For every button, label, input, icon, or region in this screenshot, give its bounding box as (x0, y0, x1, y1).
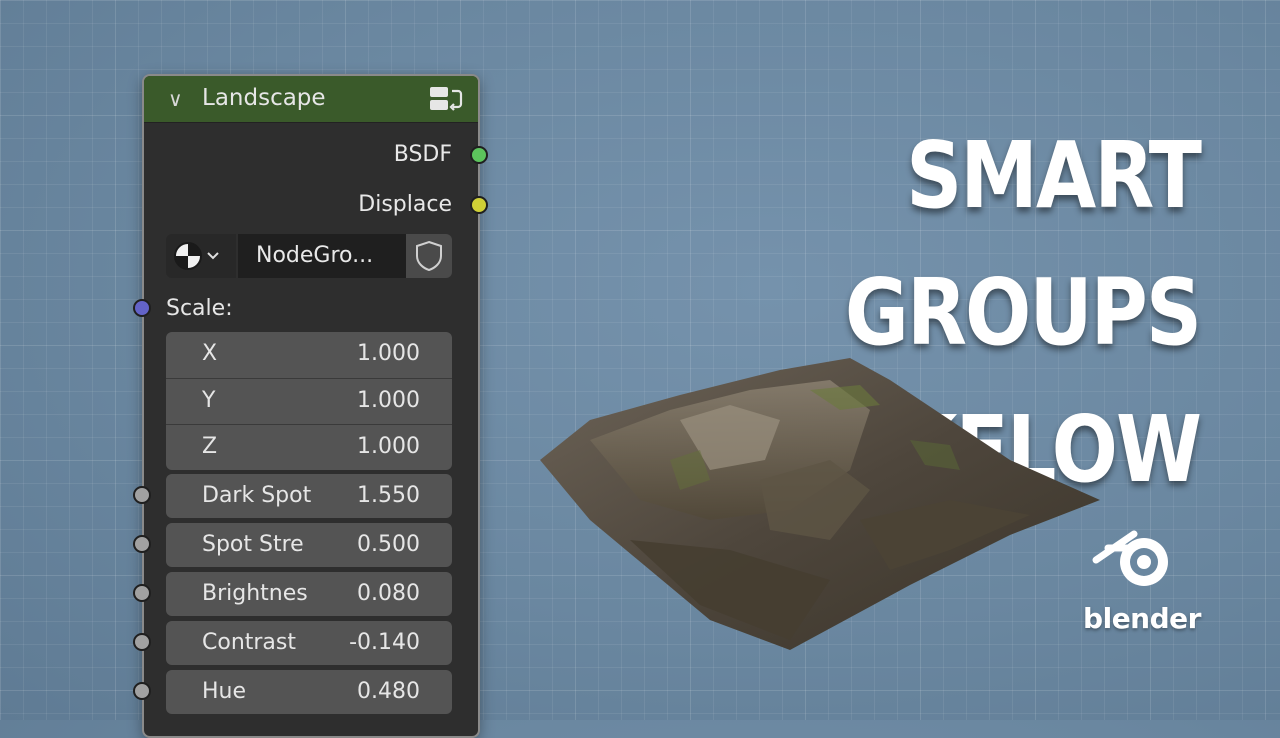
scale-x-field[interactable]: X 1.000 (166, 332, 452, 377)
terrain-render-image (540, 358, 1100, 650)
field-label: Spot Stre (202, 532, 304, 557)
field-label: Contrast (202, 630, 297, 655)
blender-wordmark: blender (1083, 602, 1201, 635)
fake-user-shield-button[interactable] (406, 234, 452, 278)
shield-icon (416, 240, 442, 272)
field-label: Z (202, 434, 218, 459)
field-label: Brightnes (202, 581, 308, 606)
output-label: Displace (358, 192, 452, 217)
dark-spot-field[interactable]: Dark Spot 1.550 (166, 474, 452, 518)
node-header[interactable]: ∨ Landscape (144, 76, 478, 123)
scale-z-field[interactable]: Z 1.000 (166, 424, 452, 470)
input-socket-brightness[interactable] (133, 584, 151, 602)
node-title: Landscape (202, 85, 326, 111)
field-label: Hue (202, 679, 247, 704)
field-value: 1.000 (357, 388, 420, 413)
field-value: -0.140 (349, 630, 420, 655)
field-label: Y (202, 388, 216, 413)
blender-logo-icon (1092, 530, 1168, 586)
field-value: 1.550 (357, 483, 420, 508)
field-label: X (202, 341, 218, 366)
headline-line-1: SMART GROUPS (844, 123, 1202, 367)
input-socket-hue[interactable] (133, 682, 151, 700)
input-socket-scale[interactable] (133, 299, 151, 317)
node-group-panel[interactable]: ∨ Landscape BSDF Displace NodeGro... Sca… (133, 74, 488, 738)
collapse-chevron-icon[interactable]: ∨ (168, 87, 183, 111)
scale-vector-fields: X 1.000 Y 1.000 Z 1.000 (166, 332, 452, 470)
input-socket-spot-strength[interactable] (133, 535, 151, 553)
field-value: 0.480 (357, 679, 420, 704)
output-label: BSDF (393, 142, 452, 167)
field-value: 0.080 (357, 581, 420, 606)
node-tree-browse-button[interactable] (166, 234, 236, 278)
input-socket-dark-spot[interactable] (133, 486, 151, 504)
brightness-field[interactable]: Brightnes 0.080 (166, 572, 452, 616)
scale-y-field[interactable]: Y 1.000 (166, 378, 452, 424)
field-value: 0.500 (357, 532, 420, 557)
output-socket-displace[interactable] (470, 196, 488, 214)
contrast-field[interactable]: Contrast -0.140 (166, 621, 452, 665)
hue-field[interactable]: Hue 0.480 (166, 670, 452, 714)
field-value: 1.000 (357, 434, 420, 459)
node-tree-icon (174, 242, 219, 270)
node-group-icon[interactable] (428, 85, 464, 117)
datablock-name-field[interactable]: NodeGro... (238, 234, 406, 278)
field-value: 1.000 (357, 341, 420, 366)
field-label: Dark Spot (202, 483, 312, 508)
output-socket-bsdf[interactable] (470, 146, 488, 164)
spot-strength-field[interactable]: Spot Stre 0.500 (166, 523, 452, 567)
scale-label: Scale: (166, 296, 233, 321)
input-socket-contrast[interactable] (133, 633, 151, 651)
node-group-datablock-selector: NodeGro... (166, 234, 452, 278)
